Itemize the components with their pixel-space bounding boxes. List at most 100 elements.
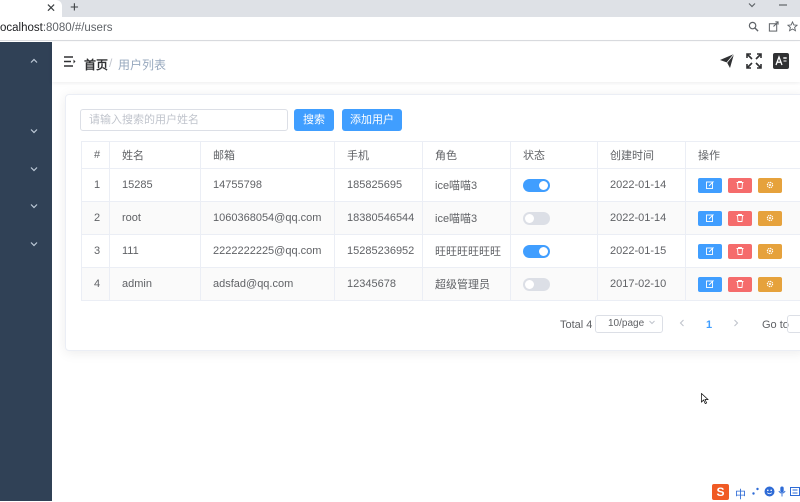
- user-role: 超级管理员: [423, 268, 511, 301]
- edit-button[interactable]: [698, 211, 722, 226]
- user-name: 111: [110, 235, 201, 268]
- table-row: 2 root 1060368054@qq.com 18380546544 ice…: [82, 202, 800, 235]
- user-phone: 15285236952: [335, 235, 423, 268]
- url-path: :8080/#/users: [43, 22, 113, 34]
- ime-keyboard-icon[interactable]: [790, 486, 800, 500]
- delete-button[interactable]: [728, 178, 752, 193]
- next-page-button[interactable]: [732, 318, 740, 331]
- chevron-down-icon: [648, 318, 656, 328]
- minimize-window-icon[interactable]: [778, 0, 788, 13]
- chevron-down-icon[interactable]: [29, 201, 39, 211]
- settings-button[interactable]: [758, 244, 782, 259]
- user-created: 2022-01-14: [598, 202, 686, 235]
- delete-button[interactable]: [728, 211, 752, 226]
- settings-button[interactable]: [758, 211, 782, 226]
- user-role: ice喵喵3: [423, 202, 511, 235]
- page-number[interactable]: 1: [706, 319, 712, 331]
- user-email: adsfad@qq.com: [201, 268, 335, 301]
- row-index: 2: [82, 202, 110, 235]
- send-icon[interactable]: [719, 53, 735, 72]
- language-icon[interactable]: [773, 53, 789, 72]
- user-email: 1060368054@qq.com: [201, 202, 335, 235]
- status-switch[interactable]: [523, 179, 550, 192]
- user-name: admin: [110, 268, 201, 301]
- delete-button[interactable]: [728, 244, 752, 259]
- user-list-card: 搜索 添加用户 # 姓名 邮箱 手机 角色 状态 创建时间 操作 1 15285…: [65, 94, 800, 351]
- actions-cell: [686, 235, 800, 268]
- status-cell: [511, 235, 598, 268]
- user-phone: 12345678: [335, 268, 423, 301]
- column-header: 手机: [335, 142, 423, 169]
- user-name: root: [110, 202, 201, 235]
- column-header: 邮箱: [201, 142, 335, 169]
- status-switch[interactable]: [523, 245, 550, 258]
- browser-tab[interactable]: ✕: [0, 0, 62, 17]
- settings-button[interactable]: [758, 178, 782, 193]
- row-index: 1: [82, 169, 110, 202]
- user-name: 15285: [110, 169, 201, 202]
- sidebar: [0, 42, 52, 501]
- actions-cell: [686, 169, 800, 202]
- row-index: 3: [82, 235, 110, 268]
- close-tab-icon[interactable]: ✕: [46, 1, 56, 15]
- pagination-total: Total 4: [560, 319, 592, 331]
- tab-search-chevron-icon[interactable]: [747, 0, 757, 13]
- status-switch[interactable]: [523, 212, 550, 225]
- ime-emoji-icon[interactable]: [764, 486, 775, 500]
- url-host: ocalhost: [0, 22, 43, 34]
- user-phone: 185825695: [335, 169, 423, 202]
- sogou-logo[interactable]: S: [712, 484, 729, 500]
- delete-button[interactable]: [728, 277, 752, 292]
- actions-cell: [686, 202, 800, 235]
- goto-label: Go to: [762, 319, 789, 331]
- status-cell: [511, 202, 598, 235]
- page-size-value: 10/page: [608, 318, 644, 329]
- user-phone: 18380546544: [335, 202, 423, 235]
- status-switch[interactable]: [523, 278, 550, 291]
- row-index: 4: [82, 268, 110, 301]
- page-size-select[interactable]: 10/page: [595, 315, 663, 333]
- search-input[interactable]: [80, 109, 288, 131]
- app-header: 首页 / 用户列表: [52, 42, 800, 82]
- status-cell: [511, 268, 598, 301]
- browser-tab-bar: ✕ +: [0, 0, 800, 17]
- user-email: 14755798: [201, 169, 335, 202]
- share-icon[interactable]: [768, 21, 779, 35]
- breadcrumb-separator: /: [109, 56, 112, 70]
- edit-button[interactable]: [698, 244, 722, 259]
- prev-page-button[interactable]: [678, 318, 686, 331]
- ime-punctuation-icon[interactable]: [751, 486, 760, 499]
- edit-button[interactable]: [698, 178, 722, 193]
- url-text[interactable]: ocalhost:8080/#/users: [0, 22, 113, 34]
- add-user-button[interactable]: 添加用户: [342, 109, 402, 131]
- table-header-row: # 姓名 邮箱 手机 角色 状态 创建时间 操作: [82, 142, 800, 169]
- ime-toolbar: S 中: [712, 484, 800, 501]
- menu-fold-icon[interactable]: [64, 56, 76, 70]
- column-header: 状态: [511, 142, 598, 169]
- table-row: 4 admin adsfad@qq.com 12345678 超级管理员 201…: [82, 268, 800, 301]
- breadcrumb-current: 用户列表: [118, 56, 166, 73]
- settings-button[interactable]: [758, 277, 782, 292]
- chevron-down-icon[interactable]: [29, 239, 39, 249]
- user-created: 2022-01-14: [598, 169, 686, 202]
- table-row: 3 111 2222222225@qq.com 15285236952 旺旺旺旺…: [82, 235, 800, 268]
- column-header: 操作: [686, 142, 800, 169]
- address-bar[interactable]: ocalhost:8080/#/users: [0, 17, 800, 41]
- edit-button[interactable]: [698, 277, 722, 292]
- chevron-down-icon[interactable]: [29, 126, 39, 136]
- search-button[interactable]: 搜索: [294, 109, 334, 131]
- table-row: 1 15285 14755798 185825695 ice喵喵3 2022-0…: [82, 169, 800, 202]
- fullscreen-icon[interactable]: [746, 53, 762, 72]
- breadcrumb-home[interactable]: 首页: [84, 56, 108, 73]
- ime-language-toggle[interactable]: 中: [735, 486, 746, 502]
- bookmark-star-icon[interactable]: [787, 21, 798, 35]
- user-role: ice喵喵3: [423, 169, 511, 202]
- chevron-down-icon[interactable]: [29, 164, 39, 174]
- new-tab-button[interactable]: +: [70, 0, 79, 16]
- chevron-up-icon[interactable]: [29, 56, 39, 66]
- goto-page-input[interactable]: [787, 315, 800, 333]
- ime-microphone-icon[interactable]: [778, 486, 786, 500]
- zoom-icon[interactable]: [748, 21, 759, 35]
- user-table: # 姓名 邮箱 手机 角色 状态 创建时间 操作 1 15285 1475579…: [81, 141, 800, 301]
- actions-cell: [686, 268, 800, 301]
